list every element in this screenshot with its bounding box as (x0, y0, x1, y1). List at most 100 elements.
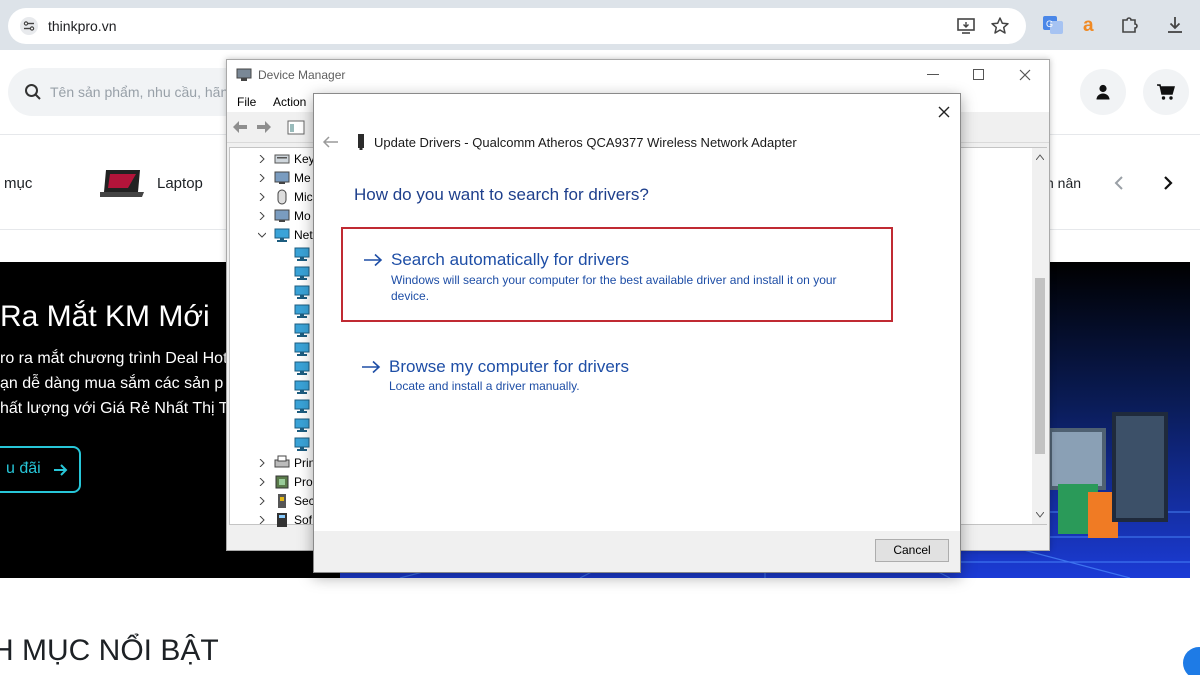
maximize-icon (973, 69, 984, 80)
hero-cta-button[interactable]: u đãi (0, 446, 81, 493)
chevron-right-icon[interactable] (258, 212, 266, 220)
maximize-button[interactable] (956, 60, 1002, 90)
amazon-extension-icon[interactable]: a (1080, 14, 1102, 36)
star-icon[interactable] (990, 16, 1010, 36)
properties-icon[interactable] (287, 120, 305, 135)
arrow-right-icon (364, 253, 383, 267)
device-manager-title: Device Manager (258, 68, 346, 82)
network-adapter-icon[interactable] (294, 417, 310, 433)
network-adapter-icon[interactable] (294, 398, 310, 414)
svg-text:G: G (1046, 19, 1053, 29)
dialog-close-icon[interactable] (932, 100, 956, 124)
device-manager-titlebar[interactable]: Device Manager (227, 60, 1049, 90)
menu-file[interactable]: File (237, 95, 256, 109)
scroll-up-icon[interactable] (1036, 154, 1044, 160)
hero-cta-label: u đãi (6, 460, 41, 477)
option-description: Locate and install a driver manually. (389, 379, 580, 393)
address-bar[interactable]: thinkpro.vn (8, 8, 1026, 44)
network-adapter-icon[interactable] (294, 341, 310, 357)
arrow-right-icon (54, 464, 68, 476)
site-settings-icon[interactable] (20, 17, 38, 35)
dialog-question: How do you want to search for drivers? (354, 185, 649, 204)
scroll-down-icon[interactable] (1036, 512, 1044, 518)
chevron-left-icon[interactable] (1112, 175, 1126, 191)
chevron-right-icon[interactable] (258, 155, 266, 163)
chat-bubble-button[interactable] (1183, 647, 1200, 675)
back-arrow-icon[interactable] (322, 134, 340, 150)
tree-node-label: Pro (294, 475, 313, 489)
network-adapter-icon[interactable] (294, 284, 310, 300)
processor-icon (275, 475, 289, 489)
chevron-right-icon[interactable] (258, 193, 266, 201)
chevron-right-icon[interactable] (258, 459, 266, 467)
cart-icon (1157, 84, 1175, 100)
network-adapter-icon (358, 134, 364, 150)
chevron-right-icon[interactable] (258, 497, 266, 505)
option-title[interactable]: Search automatically for drivers (391, 250, 629, 270)
back-arrow-icon[interactable] (232, 120, 248, 134)
menu-action[interactable]: Action (273, 95, 306, 109)
scrollbar-thumb[interactable] (1035, 278, 1045, 454)
account-button[interactable] (1080, 69, 1126, 115)
featured-section-heading: H MỤC NỔI BẬT (0, 634, 219, 667)
dialog-title: Update Drivers - Qualcomm Atheros QCA937… (374, 135, 797, 150)
network-adapter-icon[interactable] (294, 436, 310, 452)
search-placeholder: Tên sản phẩm, nhu cầu, hãng (50, 84, 237, 100)
network-adapter-icon[interactable] (294, 246, 310, 262)
mouse-icon (277, 189, 287, 205)
keyboard-icon (274, 154, 290, 164)
chevron-right-icon[interactable] (1161, 175, 1175, 191)
network-adapter-icon[interactable] (294, 265, 310, 281)
update-drivers-dialog[interactable]: Update Drivers - Qualcomm Atheros QCA937… (313, 93, 961, 573)
chevron-down-icon[interactable] (258, 231, 266, 239)
category-item-laptop[interactable]: Laptop (157, 175, 203, 192)
translate-extension-icon[interactable]: G (1042, 14, 1064, 36)
tree-node-label: Me (294, 171, 311, 185)
tree-node-label: Sof (294, 513, 313, 527)
chevron-right-icon[interactable] (258, 174, 266, 182)
extensions-puzzle-icon[interactable] (1119, 14, 1141, 36)
tree-node-label: Mic (294, 190, 313, 204)
hero-text-line: hất lượng với Giá Rẻ Nhất Thị T (0, 400, 229, 417)
option-title[interactable]: Browse my computer for drivers (389, 357, 629, 377)
cancel-button[interactable]: Cancel (875, 539, 949, 562)
category-item-partial[interactable]: n nân (1046, 175, 1081, 191)
network-adapter-icon[interactable] (294, 322, 310, 338)
dialog-footer: Cancel (314, 531, 960, 572)
user-icon (1096, 84, 1110, 100)
browser-toolbar: thinkpro.vn G a (0, 0, 1200, 50)
chevron-right-icon[interactable] (258, 516, 266, 524)
hero-title: Ra Mắt KM Mới (0, 300, 210, 333)
network-adapter-icon[interactable] (294, 360, 310, 376)
option-description: Windows will search your computer for th… (391, 273, 837, 303)
laptop-icon (100, 170, 144, 197)
category-item-list[interactable]: mục (4, 175, 32, 192)
url-text[interactable]: thinkpro.vn (48, 18, 116, 34)
tree-node-label: Key (294, 152, 315, 166)
tree-node-label: Sec (294, 494, 315, 508)
minimize-icon (927, 74, 939, 75)
browse-computer-option[interactable]: Browse my computer for drivers Locate an… (341, 349, 893, 401)
install-app-icon[interactable] (956, 16, 976, 36)
download-icon[interactable] (1164, 14, 1186, 36)
minimize-button[interactable] (910, 60, 956, 90)
hero-text-line: ro ra mắt chương trình Deal Hot (0, 350, 228, 367)
cart-button[interactable] (1143, 69, 1189, 115)
hero-text-line: ạn dễ dàng mua sắm các sản p (0, 375, 224, 392)
network-adapter-icon[interactable] (294, 379, 310, 395)
network-adapter-icon[interactable] (294, 303, 310, 319)
security-device-icon (278, 494, 286, 508)
network-adapter-icon (274, 228, 290, 242)
arrow-right-icon (362, 360, 381, 374)
tree-node-label: Net (294, 228, 313, 242)
monitor-icon (274, 171, 290, 184)
tree-scrollbar[interactable] (1032, 148, 1048, 524)
monitor-icon (274, 209, 290, 222)
chevron-right-icon[interactable] (258, 478, 266, 486)
forward-arrow-icon[interactable] (256, 120, 272, 134)
device-manager-icon (236, 68, 252, 81)
search-automatically-option[interactable]: Search automatically for drivers Windows… (341, 227, 893, 322)
printer-icon (274, 455, 290, 468)
software-device-icon (277, 513, 287, 527)
window-close-button[interactable] (1002, 60, 1048, 90)
